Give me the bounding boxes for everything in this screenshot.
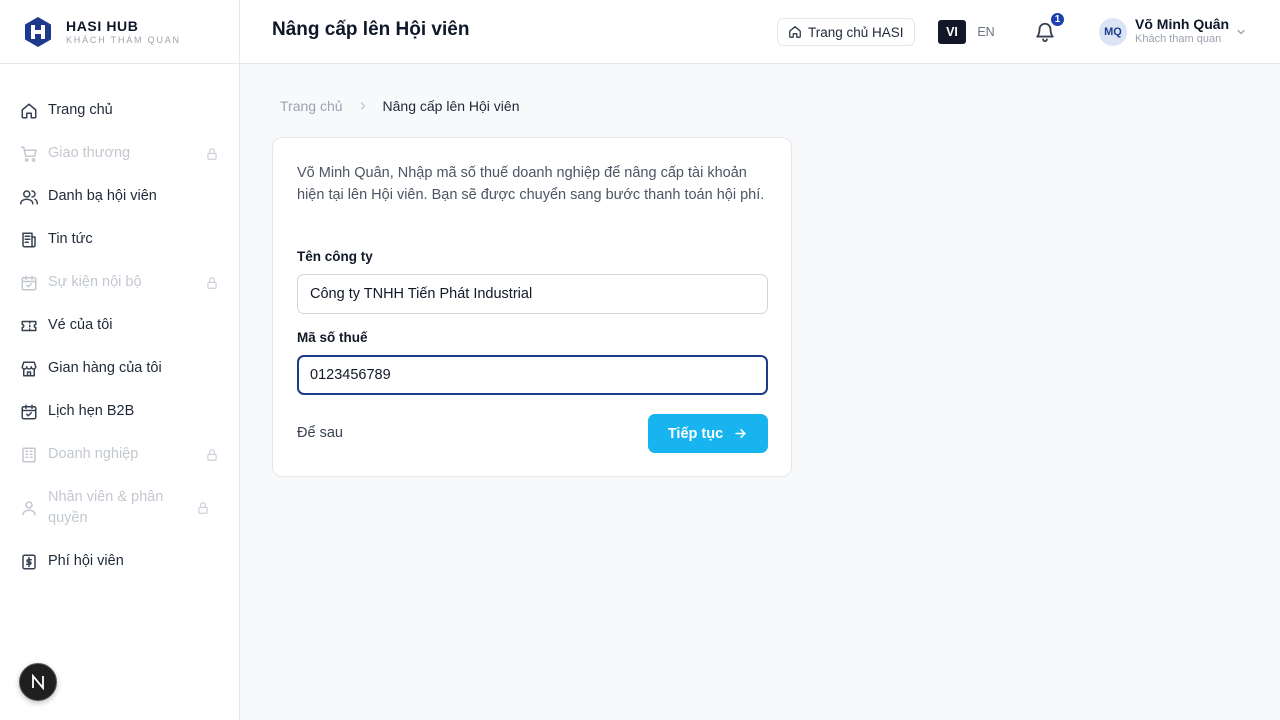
lock-icon: [196, 501, 210, 515]
later-button[interactable]: Để sau: [297, 425, 343, 441]
ticket-icon: [20, 317, 38, 335]
sidebar-item-member-directory[interactable]: Danh bạ hội viên: [0, 175, 239, 218]
sidebar-nav: Trang chủ Giao thương Danh bạ hội viên T…: [0, 64, 239, 583]
sidebar-item-label: Sự kiện nội bộ: [48, 274, 142, 290]
sidebar-item-internal-events[interactable]: Sự kiện nội bộ: [0, 261, 239, 304]
sidebar-item-label: Lịch hẹn B2B: [48, 403, 135, 419]
form-intro-text: Võ Minh Quân, Nhập mã số thuế doanh nghi…: [297, 165, 765, 203]
user-name[interactable]: Võ Minh Quân: [1135, 16, 1229, 32]
hasi-home-label: Trang chủ HASI: [808, 24, 904, 40]
continue-label: Tiếp tục: [667, 425, 724, 442]
breadcrumb: Trang chủ Nâng cấp lên Hội viên: [280, 98, 520, 114]
home-icon: [20, 102, 38, 120]
sidebar-item-label: Nhân viên & phân quyền: [48, 489, 164, 526]
sidebar-item-label: Gian hàng của tôi: [48, 360, 162, 376]
tax-code-input[interactable]: [297, 355, 768, 395]
chevron-down-icon[interactable]: [1235, 26, 1247, 38]
calendar-check-icon: [20, 274, 38, 292]
sidebar-item-news[interactable]: Tin tức: [0, 218, 239, 261]
language-vi-button[interactable]: VI: [938, 20, 966, 44]
sidebar-item-label: Tin tức: [48, 231, 93, 247]
sidebar-item-trade[interactable]: Giao thương: [0, 132, 239, 175]
lock-icon: [205, 448, 219, 462]
calendar-icon: [20, 403, 38, 421]
users-icon: [20, 188, 38, 206]
sidebar-item-b2b-schedule[interactable]: Lịch hẹn B2B: [0, 390, 239, 433]
arrow-right-icon: [735, 428, 746, 439]
notification-badge: 1: [1049, 11, 1066, 28]
building-icon: [20, 446, 38, 464]
sidebar-item-label: Danh bạ hội viên: [48, 188, 157, 204]
page-title: Nâng cấp lên Hội viên: [272, 19, 470, 40]
newspaper-icon: [20, 231, 38, 249]
store-icon: [20, 360, 38, 378]
company-name-label: Tên công ty: [297, 249, 373, 264]
company-name-input[interactable]: [297, 274, 768, 314]
hasi-home-button[interactable]: Trang chủ HASI: [777, 18, 915, 46]
sidebar-item-label: Giao thương: [48, 145, 131, 161]
continue-button[interactable]: Tiếp tục: [648, 414, 768, 453]
sidebar-item-home[interactable]: Trang chủ: [0, 89, 239, 132]
floating-action-button[interactable]: [19, 663, 57, 701]
lock-icon: [205, 276, 219, 290]
brand-subtitle: KHÁCH THAM QUAN: [66, 34, 181, 45]
breadcrumb-home-link[interactable]: Trang chủ: [280, 98, 343, 114]
brand[interactable]: HASI HUB KHÁCH THAM QUAN: [0, 0, 239, 64]
sidebar-item-staff-permissions[interactable]: Nhân viên & phân quyền: [0, 476, 239, 540]
sidebar-item-my-booth[interactable]: Gian hàng của tôi: [0, 347, 239, 390]
cart-icon: [20, 145, 38, 163]
avatar[interactable]: MQ: [1099, 18, 1127, 46]
dollar-receipt-icon: [20, 553, 38, 571]
top-header: Nâng cấp lên Hội viên Trang chủ HASI VI …: [240, 0, 1280, 64]
language-en-button[interactable]: EN: [974, 20, 998, 44]
user-role: Khách tham quan: [1135, 33, 1222, 45]
sidebar: HASI HUB KHÁCH THAM QUAN Trang chủ Giao …: [0, 0, 240, 720]
hasi-logo-icon: [25, 16, 51, 47]
lock-icon: [205, 147, 219, 161]
sidebar-item-business[interactable]: Doanh nghiệp: [0, 433, 239, 476]
home-icon: [789, 26, 801, 38]
sidebar-item-label: Trang chủ: [48, 102, 113, 118]
sidebar-item-membership-fee[interactable]: Phí hội viên: [0, 540, 239, 583]
sidebar-item-label: Phí hội viên: [48, 553, 124, 569]
sidebar-item-my-tickets[interactable]: Vé của tôi: [0, 304, 239, 347]
sidebar-item-label: Vé của tôi: [48, 317, 113, 333]
brand-name: HASI HUB: [66, 17, 139, 34]
upgrade-form-card: Võ Minh Quân, Nhập mã số thuế doanh nghi…: [272, 137, 792, 477]
breadcrumb-current: Nâng cấp lên Hội viên: [382, 98, 520, 114]
tax-code-label: Mã số thuế: [297, 330, 368, 345]
sidebar-item-label: Doanh nghiệp: [48, 446, 139, 462]
user-icon: [20, 499, 38, 517]
n-logo-icon: [32, 674, 44, 690]
chevron-right-icon: [357, 100, 369, 112]
